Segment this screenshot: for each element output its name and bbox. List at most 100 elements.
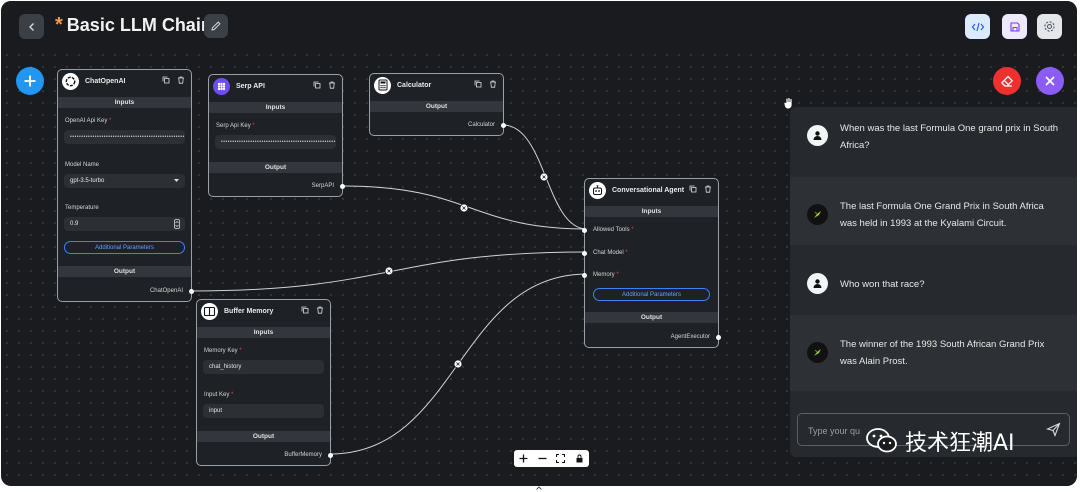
node-title: Calculator	[397, 81, 432, 89]
trash-icon[interactable]	[316, 306, 324, 314]
output-handle[interactable]	[501, 123, 506, 128]
additional-parameters-button[interactable]: Additional Parameters	[593, 288, 710, 301]
node-header[interactable]: Serp API	[209, 75, 342, 97]
temperature-label: Temperature	[65, 205, 99, 211]
memory-key-value: chat_history	[209, 364, 242, 370]
floppy-disk-icon	[1009, 21, 1020, 32]
input-key-value: input	[209, 408, 223, 414]
fit-view-icon[interactable]	[556, 454, 566, 463]
temperature-input[interactable]: 0.9	[64, 217, 185, 231]
input-key-input[interactable]: input	[203, 404, 324, 418]
plus-icon	[24, 75, 36, 87]
trash-icon[interactable]	[704, 185, 712, 193]
memory-handle[interactable]	[582, 273, 587, 278]
bot-avatar-icon	[807, 342, 828, 363]
lock-icon[interactable]	[575, 454, 584, 463]
node-header[interactable]: ChatOpenAI	[58, 70, 191, 92]
user-avatar-icon	[807, 125, 828, 146]
zoom-in-icon[interactable]	[519, 454, 528, 463]
unsaved-marker: *	[55, 13, 63, 36]
clear-chat-button[interactable]	[993, 67, 1021, 95]
close-chat-button[interactable]	[1036, 67, 1064, 95]
model-name-select[interactable]: gpt-3.5-turbo	[64, 174, 185, 188]
node-buffer-memory[interactable]: Buffer Memory Inputs Memory Key * chat_h…	[196, 299, 333, 466]
save-button[interactable]	[1002, 14, 1027, 39]
page-title: Basic LLM Chain	[66, 14, 212, 35]
copy-icon[interactable]	[162, 76, 170, 84]
output-handle[interactable]	[328, 453, 333, 458]
node-chatopenai[interactable]: ChatOpenAI Inputs OpenAI Api Key * •••••…	[57, 69, 194, 302]
output-handle[interactable]	[716, 335, 721, 340]
chat-message-bot: The last Formula One Grand Prix in South…	[790, 177, 1077, 245]
chat-model-label: Chat Model *	[593, 250, 628, 256]
code-icon	[971, 22, 984, 31]
gear-icon	[1044, 21, 1055, 32]
allowed-tools-handle[interactable]	[582, 228, 587, 233]
output-header: Output	[370, 101, 503, 112]
caret-down-icon	[174, 179, 179, 182]
serp-api-key-label: Serp Api Key *	[216, 123, 255, 129]
chat-message-user: Who won that race?	[790, 245, 1077, 315]
node-conversational-agent[interactable]: Conversational Agent Inputs Allowed Tool…	[582, 178, 721, 348]
title-area: * Basic LLM Chain	[55, 12, 212, 38]
inputs-header: Inputs	[58, 97, 191, 108]
trash-icon[interactable]	[177, 76, 185, 84]
output-port-label: ChatOpenAI	[149, 288, 183, 294]
zoom-out-icon[interactable]	[538, 454, 547, 463]
output-handle[interactable]	[189, 289, 194, 294]
chat-message-text: The winner of the 1993 South African Gra…	[840, 339, 1045, 367]
chat-message-user: When was the last Formula One grand prix…	[790, 107, 1077, 177]
node-title: ChatOpenAI	[85, 77, 126, 85]
openai-logo-icon	[62, 72, 79, 90]
node-title: Conversational Agent	[612, 186, 685, 194]
copy-icon[interactable]	[689, 185, 697, 193]
openai-api-key-input[interactable]: ••••••••••••••••••••••••••••••••••••••••…	[64, 130, 185, 144]
send-icon[interactable]	[1046, 422, 1061, 437]
output-header: Output	[585, 312, 718, 323]
pencil-icon	[211, 21, 221, 31]
node-title: Serp API	[236, 82, 265, 90]
code-button[interactable]	[965, 14, 990, 39]
trash-icon[interactable]	[328, 81, 336, 89]
output-port-label: Calculator	[467, 122, 495, 128]
copy-icon[interactable]	[313, 81, 321, 89]
add-node-button[interactable]	[16, 67, 44, 95]
top-bar: * Basic LLM Chain	[1, 1, 1077, 49]
allowed-tools-label: Allowed Tools *	[593, 227, 634, 233]
node-title: Buffer Memory	[224, 307, 274, 315]
chevron-left-icon	[28, 22, 34, 31]
output-handle[interactable]	[340, 184, 345, 189]
settings-button[interactable]	[1037, 14, 1062, 39]
output-port-label: SerpAPI	[311, 183, 334, 189]
output-header: Output	[58, 266, 191, 277]
copy-icon[interactable]	[301, 306, 309, 314]
chat-message-text: Who won that race?	[840, 279, 925, 290]
node-header[interactable]: Buffer Memory	[197, 300, 330, 322]
serp-api-key-input[interactable]: ••••••••••••••••••••••••••••••••••••••••…	[215, 135, 336, 149]
memory-key-label: Memory Key *	[204, 348, 242, 354]
stepper-icon[interactable]	[174, 219, 180, 229]
back-button[interactable]	[19, 14, 44, 39]
trash-icon[interactable]	[489, 80, 497, 88]
memory-key-input[interactable]: chat_history	[203, 360, 324, 374]
chevron-up-icon	[536, 486, 542, 490]
output-port-label: AgentExecutor	[670, 334, 710, 340]
flow-canvas[interactable]: * Basic LLM Chain ChatOpenAI Inputs Open…	[1, 1, 1077, 486]
book-icon	[201, 302, 218, 320]
chat-message-text: The last Formula One Grand Prix in South…	[840, 201, 1044, 229]
additional-parameters-button[interactable]: Additional Parameters	[64, 241, 185, 254]
node-serp-api[interactable]: Serp API Inputs Serp Api Key * •••••••••…	[208, 74, 345, 197]
serpapi-logo-icon	[213, 77, 230, 95]
chat-model-handle[interactable]	[582, 251, 587, 256]
robot-icon	[589, 181, 606, 199]
node-header[interactable]: Conversational Agent	[585, 179, 718, 201]
edit-title-button[interactable]	[204, 14, 228, 38]
node-calculator[interactable]: Calculator Output Calculator	[369, 73, 506, 136]
node-header[interactable]: Calculator	[370, 74, 503, 96]
memory-label: Memory *	[593, 272, 619, 278]
copy-icon[interactable]	[474, 80, 482, 88]
inputs-header: Inputs	[197, 327, 330, 338]
model-name-value: gpt-3.5-turbo	[70, 178, 105, 184]
watermark-text: 技术狂潮AI	[905, 431, 1015, 456]
close-icon	[1045, 76, 1055, 86]
